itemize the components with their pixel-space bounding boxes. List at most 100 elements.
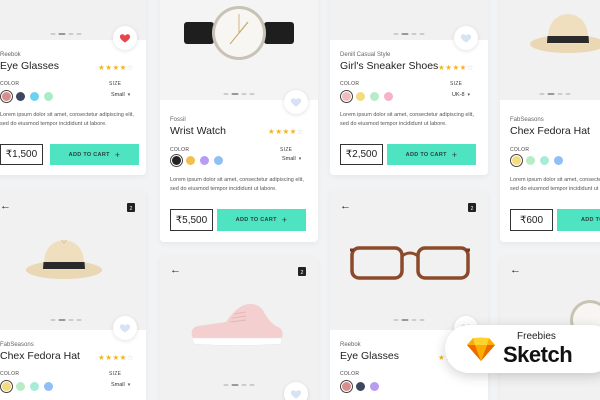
color-swatch[interactable]: [30, 382, 39, 391]
chevron-down-icon: ▾: [467, 92, 471, 98]
color-swatch[interactable]: [370, 92, 379, 101]
product-photo: ← 2: [0, 190, 146, 330]
color-swatch[interactable]: [44, 92, 53, 101]
carousel-dots[interactable]: [50, 33, 82, 35]
color-swatches: [2, 92, 53, 101]
plus-icon: +: [451, 149, 458, 160]
product-card-fedora-hat: ← 2 FabSeasons Chex Fedora Hat ★★★★☆ COL…: [0, 190, 146, 400]
add-to-cart-label: ADD TO CART: [235, 217, 277, 223]
color-swatch[interactable]: [356, 382, 365, 391]
color-label: COLOR: [510, 147, 530, 153]
price-box: ₹5,500: [170, 209, 213, 231]
color-swatch[interactable]: [540, 156, 549, 165]
eye-glasses-image: [350, 246, 470, 280]
color-swatches: [172, 156, 223, 165]
carousel-dots[interactable]: [50, 319, 82, 321]
bag-count: 2: [129, 206, 133, 212]
product-description: Lorem ipsum dolor sit amet, consectetur …: [0, 112, 134, 127]
chevron-down-icon: ▾: [127, 92, 131, 98]
size-value: Small: [111, 92, 125, 98]
add-to-cart-label: ADD TO CART: [580, 217, 600, 223]
color-swatch[interactable]: [2, 382, 11, 391]
plus-icon: +: [114, 149, 121, 160]
size-select[interactable]: Small ▾: [111, 382, 130, 388]
back-arrow-icon[interactable]: ←: [0, 200, 11, 212]
color-swatch[interactable]: [44, 382, 53, 391]
carousel-dots[interactable]: [223, 384, 255, 386]
product-brand: Reebok: [340, 342, 361, 348]
color-swatch[interactable]: [512, 156, 521, 165]
rating-stars: ★★★★☆: [438, 63, 475, 72]
badge-sketch-text: Sketch: [503, 342, 573, 367]
color-swatch[interactable]: [2, 92, 11, 101]
price-box: ₹600: [510, 209, 553, 231]
product-brand: Reebok: [0, 52, 21, 58]
color-swatch[interactable]: [342, 92, 351, 101]
carousel-dots[interactable]: [539, 93, 571, 95]
color-swatch[interactable]: [186, 156, 195, 165]
color-swatch[interactable]: [200, 156, 209, 165]
size-select[interactable]: Small ▾: [111, 92, 130, 98]
favorite-heart-icon[interactable]: [454, 26, 478, 50]
size-select[interactable]: UK-8 ▾: [452, 92, 470, 98]
product-photo: ← 2: [160, 256, 318, 400]
back-arrow-icon[interactable]: ←: [340, 200, 351, 212]
shopping-bag-icon[interactable]: 2: [468, 203, 476, 212]
chevron-down-icon: ▾: [298, 156, 302, 162]
carousel-dots[interactable]: [393, 33, 425, 35]
shopping-bag-icon[interactable]: 2: [127, 203, 135, 212]
color-swatch[interactable]: [16, 92, 25, 101]
color-label: COLOR: [0, 81, 20, 87]
color-swatch[interactable]: [554, 156, 563, 165]
size-value: UK-8: [452, 92, 465, 98]
size-label: SIZE: [280, 147, 293, 153]
favorite-heart-icon[interactable]: [284, 90, 308, 114]
product-title: Eye Glasses: [340, 350, 399, 362]
back-arrow-icon[interactable]: ←: [510, 264, 521, 276]
product-card-sneaker-gallery: ← 2: [160, 256, 318, 400]
add-to-cart-button[interactable]: ADD TO CART +: [50, 144, 139, 165]
back-arrow-icon[interactable]: ←: [170, 264, 181, 276]
product-title: Wrist Watch: [170, 125, 227, 137]
rating-stars: ★★★★☆: [98, 353, 135, 362]
favorite-heart-icon[interactable]: [284, 382, 308, 400]
product-card-wrist-watch: Fossil Wrist Watch ★★★★☆ COLOR SIZE Smal…: [160, 0, 318, 242]
color-swatches: [512, 156, 563, 165]
color-swatch[interactable]: [370, 382, 379, 391]
size-select[interactable]: Small ▾: [282, 156, 301, 162]
color-swatch[interactable]: [342, 382, 351, 391]
favorite-heart-icon[interactable]: [113, 316, 137, 340]
product-brand: FabSeasons: [510, 117, 544, 123]
product-brand: Denill Casual Style: [340, 52, 391, 58]
rating-stars: ★★★★☆: [268, 127, 305, 136]
color-swatch[interactable]: [30, 92, 39, 101]
rating-stars: ★★★★☆: [98, 63, 135, 72]
favorite-heart-icon[interactable]: [113, 26, 137, 50]
price-box: ₹2,500: [340, 144, 383, 165]
product-photo: [160, 0, 318, 100]
add-to-cart-button[interactable]: ADD TO CART: [557, 209, 600, 231]
color-swatch[interactable]: [384, 92, 393, 101]
color-swatches: [342, 92, 393, 101]
product-description: Lorem ipsum dolor sit amet, consectetur …: [340, 112, 474, 127]
sneaker-image: [191, 304, 283, 346]
carousel-dots[interactable]: [223, 93, 255, 95]
product-brand: Fossil: [170, 117, 186, 123]
product-title: Eye Glasses: [0, 60, 59, 72]
fedora-hat-image: [530, 14, 600, 53]
size-value: Small: [282, 156, 296, 162]
color-swatches: [2, 382, 53, 391]
color-swatch[interactable]: [172, 156, 181, 165]
size-label: SIZE: [109, 81, 122, 87]
fedora-hat-image: [26, 239, 102, 279]
add-to-cart-button[interactable]: ADD TO CART +: [387, 144, 476, 165]
color-swatch[interactable]: [356, 92, 365, 101]
color-swatch[interactable]: [16, 382, 25, 391]
shopping-bag-icon[interactable]: 2: [298, 267, 306, 276]
plus-icon: +: [281, 215, 288, 225]
sketch-diamond-icon: [467, 337, 495, 361]
add-to-cart-button[interactable]: ADD TO CART +: [217, 209, 306, 231]
color-swatch[interactable]: [526, 156, 535, 165]
carousel-dots[interactable]: [393, 319, 425, 321]
color-swatch[interactable]: [214, 156, 223, 165]
